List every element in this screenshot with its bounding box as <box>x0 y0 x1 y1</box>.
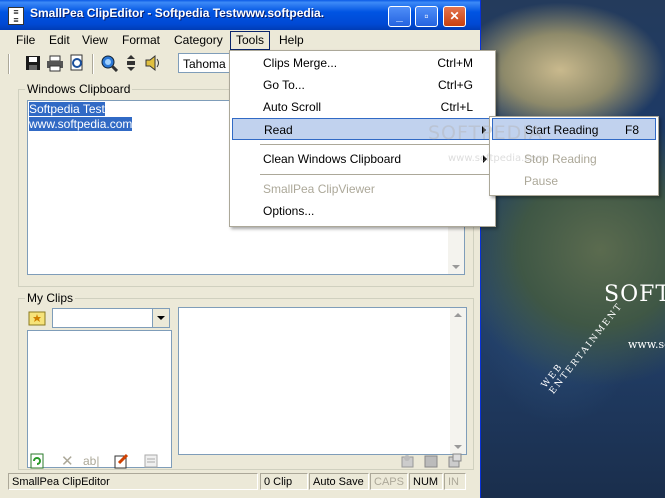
menu-format[interactable]: Format <box>117 32 165 49</box>
status-num: NUM <box>409 473 443 490</box>
menu-file[interactable]: File <box>11 32 40 49</box>
status-autosave: Auto Save <box>309 473 369 490</box>
softpedia-watermark-logo: SOFTPEDIA <box>428 122 543 144</box>
my-clips-label: My Clips <box>25 291 76 305</box>
save-icon[interactable] <box>24 54 42 72</box>
status-bar: SmallPea ClipEditor 0 Clip Auto Save CAP… <box>8 472 478 492</box>
menu-edit[interactable]: Edit <box>44 32 75 49</box>
desktop-tagline-text: WEB ENTERTAINMENT <box>540 301 626 397</box>
export-icon[interactable] <box>447 453 463 469</box>
menu-help[interactable]: Help <box>274 32 309 49</box>
align-icon[interactable] <box>122 54 140 72</box>
menu-item-clips-merge[interactable]: Clips Merge... Ctrl+M <box>232 52 493 74</box>
copy-to-clip-icon[interactable] <box>399 453 415 469</box>
maximize-button[interactable]: ▫ <box>415 6 438 27</box>
edit-icon[interactable] <box>113 453 129 469</box>
menu-view[interactable]: View <box>77 32 113 49</box>
status-caps: CAPS <box>370 473 408 490</box>
menu-separator <box>260 144 493 145</box>
windows-clipboard-label: Windows Clipboard <box>25 82 133 96</box>
menu-item-options[interactable]: Options... <box>232 200 493 222</box>
title-bar[interactable]: ≡ ≡ SmallPea ClipEditor - Softpedia Testw… <box>0 0 480 30</box>
new-category-icon[interactable] <box>28 309 46 327</box>
desktop-url-text: www.so <box>628 338 665 351</box>
toolbar-grip <box>8 54 10 74</box>
find-icon[interactable] <box>100 54 118 72</box>
menu-item-auto-scroll[interactable]: Auto Scroll Ctrl+L <box>232 96 493 118</box>
clipboard-line-2: www.softpedia.com <box>29 117 133 131</box>
preview-scrollbar[interactable] <box>450 308 466 454</box>
refresh-icon[interactable] <box>29 453 45 469</box>
menu-separator <box>260 174 493 175</box>
paste-icon[interactable] <box>423 453 439 469</box>
status-clip-count: 0 Clip <box>260 473 308 490</box>
minimize-button[interactable]: _ <box>388 6 411 27</box>
toolbar-separator <box>92 54 94 74</box>
category-combo[interactable] <box>52 308 170 328</box>
print-preview-icon[interactable] <box>68 54 86 72</box>
close-button[interactable]: ✕ <box>443 6 466 27</box>
note-icon[interactable] <box>143 453 159 469</box>
rename-icon[interactable]: ab| <box>83 454 99 468</box>
window-title: SmallPea ClipEditor - Softpedia Testwww.… <box>30 6 325 20</box>
menu-item-go-to[interactable]: Go To... Ctrl+G <box>232 74 493 96</box>
menu-tools[interactable]: Tools <box>230 31 271 50</box>
clips-list[interactable] <box>27 330 172 468</box>
menu-bar: File Edit View Format Category Tools Hel… <box>0 30 480 50</box>
menu-item-clipviewer: SmallPea ClipViewer <box>263 182 375 196</box>
chevron-down-icon[interactable] <box>152 309 169 327</box>
clips-toolbar: ✕ ab| <box>27 453 467 471</box>
delete-icon[interactable]: ✕ <box>61 452 74 470</box>
softpedia-watermark-url: www.softpedia.com <box>448 153 546 164</box>
speaker-icon[interactable] <box>144 54 162 72</box>
menu-item-pause: Pause <box>524 174 559 188</box>
menu-category[interactable]: Category <box>169 32 228 49</box>
print-icon[interactable] <box>46 54 64 72</box>
clipboard-line-1: Softpedia Test <box>29 102 105 116</box>
status-app-name: SmallPea ClipEditor <box>8 473 258 490</box>
status-ins: IN <box>444 473 466 490</box>
app-icon: ≡ ≡ <box>8 7 24 25</box>
clip-preview-area[interactable] <box>178 307 467 455</box>
